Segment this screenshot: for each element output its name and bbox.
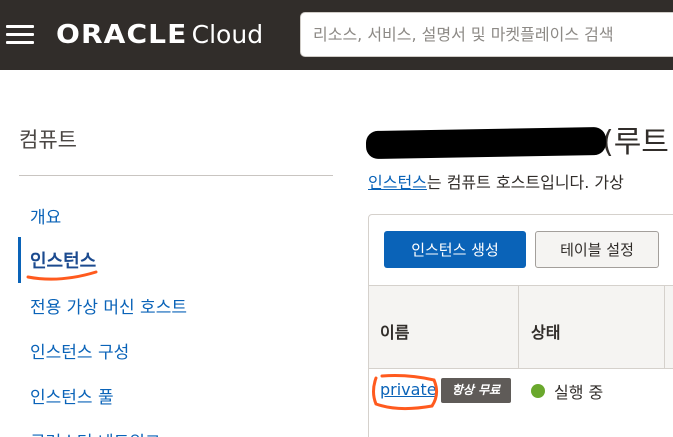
active-indicator [18,237,21,283]
table-settings-button[interactable]: 테이블 설정 [535,231,659,268]
column-header-name[interactable]: 이름 [380,319,409,343]
search-box[interactable] [300,12,673,57]
status-text: 실행 중 [554,383,604,402]
column-header-state[interactable]: 상태 [531,319,560,343]
page-title-suffix: (루트 [602,125,669,160]
column-divider [664,286,665,368]
instance-name-link[interactable]: private [380,380,437,399]
table-header [369,285,673,369]
column-divider [518,286,519,368]
description-link[interactable]: 인스턴스 [368,173,427,192]
create-instance-button[interactable]: 인스턴스 생성 [384,231,526,268]
logo-product: Cloud [191,20,264,49]
search-input[interactable] [301,13,673,56]
oracle-cloud-logo[interactable]: ORACLE Cloud [56,20,263,52]
status-running-icon [531,384,545,398]
logo-brand: ORACLE [56,20,188,50]
hamburger-menu-icon[interactable] [6,25,34,45]
sidebar-item-instance-pools[interactable]: 인스턴스 풀 [30,383,114,408]
sidebar-item-dedicated-hosts[interactable]: 전용 가상 머신 호스트 [30,293,187,318]
page-description: 인스턴스는 컴퓨트 호스트입니다. 가상 [368,169,624,193]
sidebar-item-instance-configurations[interactable]: 인스턴스 구성 [30,338,129,363]
sidebar-item-cluster-networks[interactable]: 클러스터 네트워크 [30,428,161,437]
always-free-badge: 항상 무료 [441,378,511,403]
sidebar-item-overview[interactable]: 개요 [30,203,61,228]
sidebar-title: 컴퓨트 [19,128,77,152]
sidebar-item-instances[interactable]: 인스턴스 [30,247,96,273]
description-text: 는 컴퓨트 호스트입니다. 가상 [426,173,624,192]
sidebar-divider [19,175,333,176]
redaction-mark [365,126,607,160]
